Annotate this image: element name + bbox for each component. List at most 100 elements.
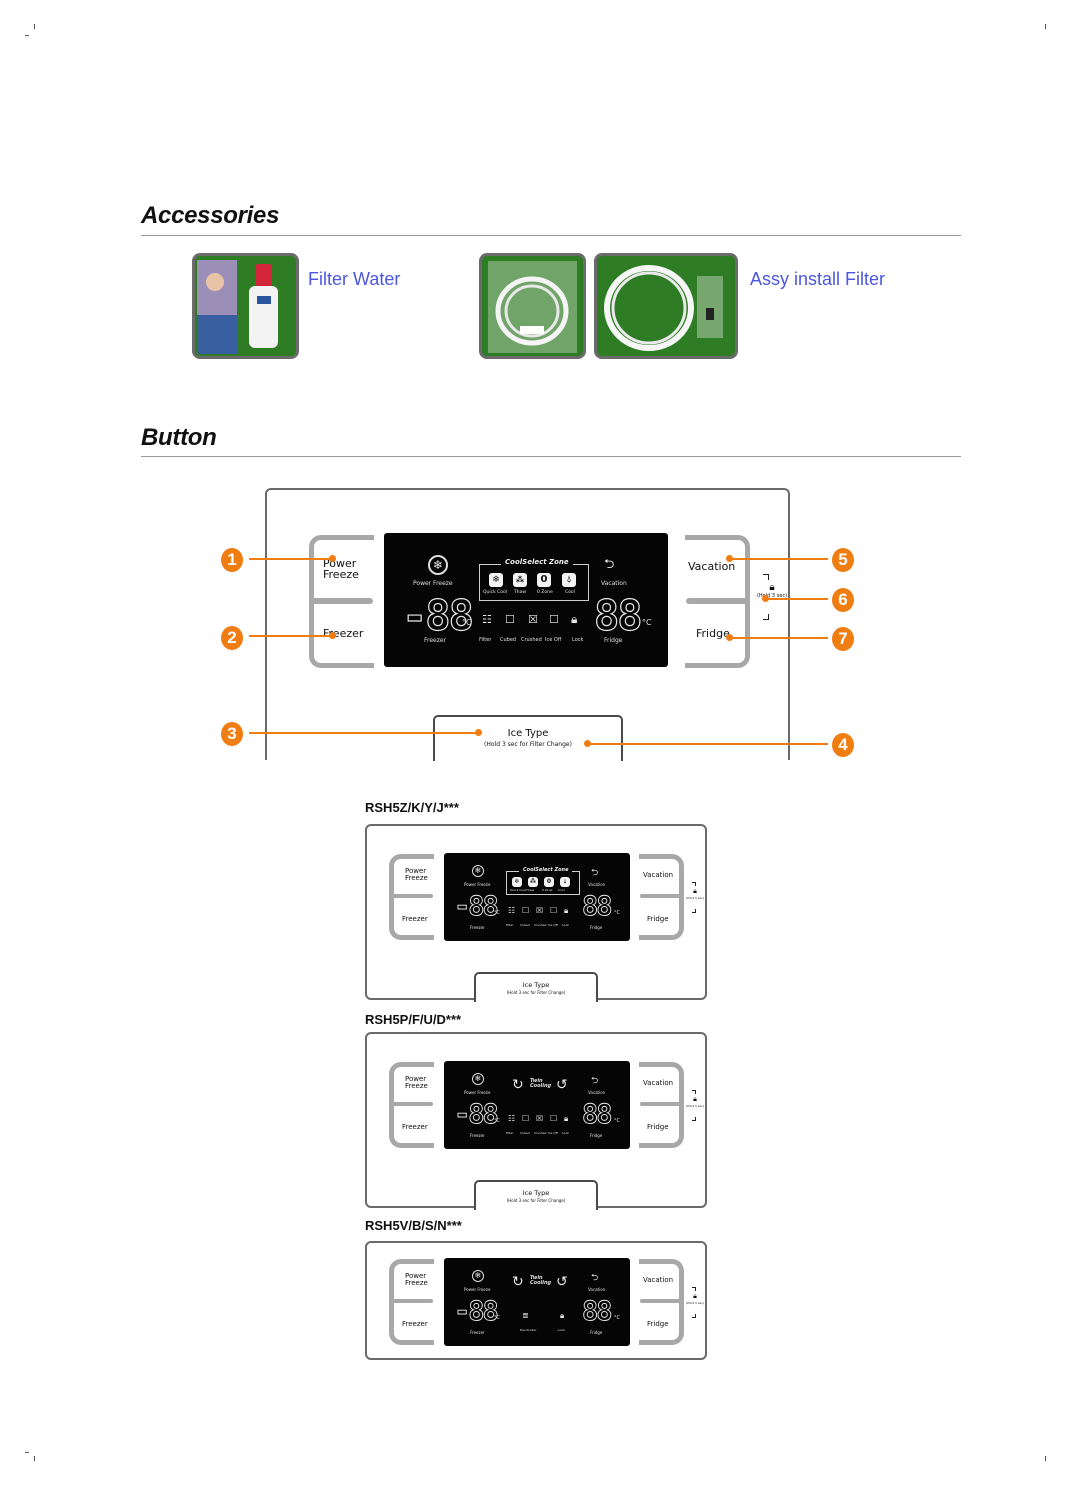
vacation-icon: ⮌ [591,1273,599,1283]
lock-icon: 🔒︎ [693,1292,697,1300]
lcd-freezer-label: Freezer [424,637,447,644]
model-name: RSH5V/B/S/N*** [365,1218,462,1233]
main-control-panel: Power Freeze Freezer Vacation Fridge 🔒︎ … [265,488,790,761]
callout-dot-5 [726,555,733,562]
callout-line-6 [766,598,828,600]
fridge-temp-readout: 88 [582,891,613,923]
lock-icon: 🔒︎ [693,1095,697,1103]
fridge-unit: °C [614,910,620,916]
ice-type-label: Ice Type [522,981,550,989]
fridge-unit: °C [614,1315,620,1321]
zero-zone-label: 0 Zone [537,590,553,595]
cool-icon: 💧︎ [562,573,576,587]
fridge-button[interactable]: Fridge [647,1124,669,1131]
fridge-button[interactable]: Fridge [647,916,669,923]
corner-mark [692,882,696,886]
lock-button[interactable]: 🔒︎ (Hold 3 sec) [683,882,707,914]
power-freeze-button[interactable]: Power Freeze [405,1076,428,1090]
crushed-icon: ☒ [536,906,544,915]
freezer-unit: °C [494,1315,500,1321]
callout-line-4 [588,743,828,745]
ice-type-button[interactable]: Ice Type (Hold 3 sec for Filter Change) [433,715,623,761]
corner-mark [692,909,696,913]
crushed-ice-icon: ☒ [528,613,538,626]
cubed-ice-icon: ☐ [505,613,515,626]
twin-cooling-right-icon: ↺ [556,1274,568,1290]
callout-line-3 [249,732,479,734]
lock-hint: (Hold 3 sec) [685,1104,705,1108]
power-freeze-button[interactable]: Power Freeze [405,1273,428,1287]
callout-dot-7 [726,634,733,641]
lock-button[interactable]: 🔒︎ (Hold 3 sec) [683,1287,707,1319]
lcd-freezer-label: Freezer [470,1330,485,1335]
fridge-button[interactable]: Fridge [647,1321,669,1328]
callout-4: 4 [832,733,854,757]
vacation-button[interactable]: Vacation [643,1277,673,1284]
freezer-unit: °C [494,910,500,916]
filter-label: Filter [506,923,514,927]
callout-3: 3 [221,722,243,746]
lock-hint: (Hold 3 sec) [685,1301,705,1305]
corner-mark [692,1090,696,1094]
fridge-unit: °C [642,618,652,627]
right-divider [640,1102,684,1106]
vacation-button[interactable]: Vacation [643,1080,673,1087]
fridge-button[interactable]: Fridge [696,628,730,639]
left-divider [309,598,373,604]
zero-zone-icon: 0 [544,877,554,887]
lock-button[interactable]: 🔒︎ (Hold 3 sec) [683,1090,707,1122]
lcd-fridge-label: Fridge [604,637,623,644]
freezer-button[interactable]: Freezer [402,1124,428,1131]
filter-label: Filter [506,1131,514,1135]
freezer-temp-readout: -88 [454,1099,500,1131]
lock-icon: 🔒︎ [571,612,578,626]
power-freeze-button[interactable]: Power Freeze [323,558,359,580]
ice-type-button[interactable]: Ice Type (Hold 3 sec for Filter Change) [474,1180,598,1210]
corner-mark [763,614,769,620]
callout-2: 2 [221,626,243,650]
lock-label: Lock [562,923,569,927]
ice-off-icon: ☐ [549,613,559,626]
crop-mark [1045,24,1046,29]
quick-cool-label: Quick Cool [510,888,527,892]
filter-icon: ☷ [482,613,492,626]
install-kit-bag-photo [479,253,586,359]
lcd-fridge-label: Fridge [590,1330,603,1335]
twin-cooling-label: Twin Cooling [530,1078,552,1090]
left-divider [389,894,433,898]
vacation-button[interactable]: Vacation [688,561,735,572]
ice-off-icon: ☐ [550,1114,558,1123]
lock-label: Lock [562,1131,569,1135]
cubed-icon: ☐ [522,906,530,915]
right-divider [640,894,684,898]
lcd-power-freeze-label: Power Freeze [413,580,453,587]
crop-mark [25,1452,29,1453]
freezer-button[interactable]: Freezer [402,916,428,923]
twin-cooling-label: Twin Cooling [530,1275,552,1287]
power-freeze-button[interactable]: Power Freeze [405,868,428,882]
thaw-icon: ⁂ [513,573,527,587]
freezer-unit: °C [462,618,472,627]
lcd-display: ❄ Power Freeze ↻ Twin Cooling ↺ ⮌ Vacation -88 °… [444,1061,630,1149]
lock-label: Lock [572,637,584,643]
ice-type-button[interactable]: Ice Type (Hold 3 sec for Filter Change) [474,972,598,1002]
twin-cooling-left-icon: ↻ [512,1274,524,1290]
corner-mark [763,574,769,580]
lcd-fridge-label: Fridge [590,1133,603,1138]
model-panel: Power Freeze Freezer Vacation Fridge 🔒︎ (Hold… [365,1032,707,1210]
lcd-power-freeze-label: Power Freeze [464,1287,491,1292]
install-kit-tube-photo [594,253,738,359]
left-divider [389,1102,433,1106]
lcd-display: ❄ Power Freeze CoolSelect Zone ❄ Quick Cool ⁂… [444,853,630,941]
crushed-label: Crushed [534,1131,547,1135]
freezer-button[interactable]: Freezer [402,1321,428,1328]
deodorizer-label: Deodorizer [520,1328,537,1332]
vacation-button[interactable]: Vacation [643,872,673,879]
left-divider [389,1299,433,1303]
lcd-vacation-label: Vacation [601,580,627,587]
model-panel: Power Freeze Freezer Vacation Fridge 🔒︎ (Hold… [365,1241,707,1360]
lock-icon: 🔒︎ [564,906,569,915]
corner-mark [692,1117,696,1121]
coolselect-zone-title: CoolSelect Zone [501,558,573,566]
power-freeze-icon: ❄ [472,1270,484,1282]
